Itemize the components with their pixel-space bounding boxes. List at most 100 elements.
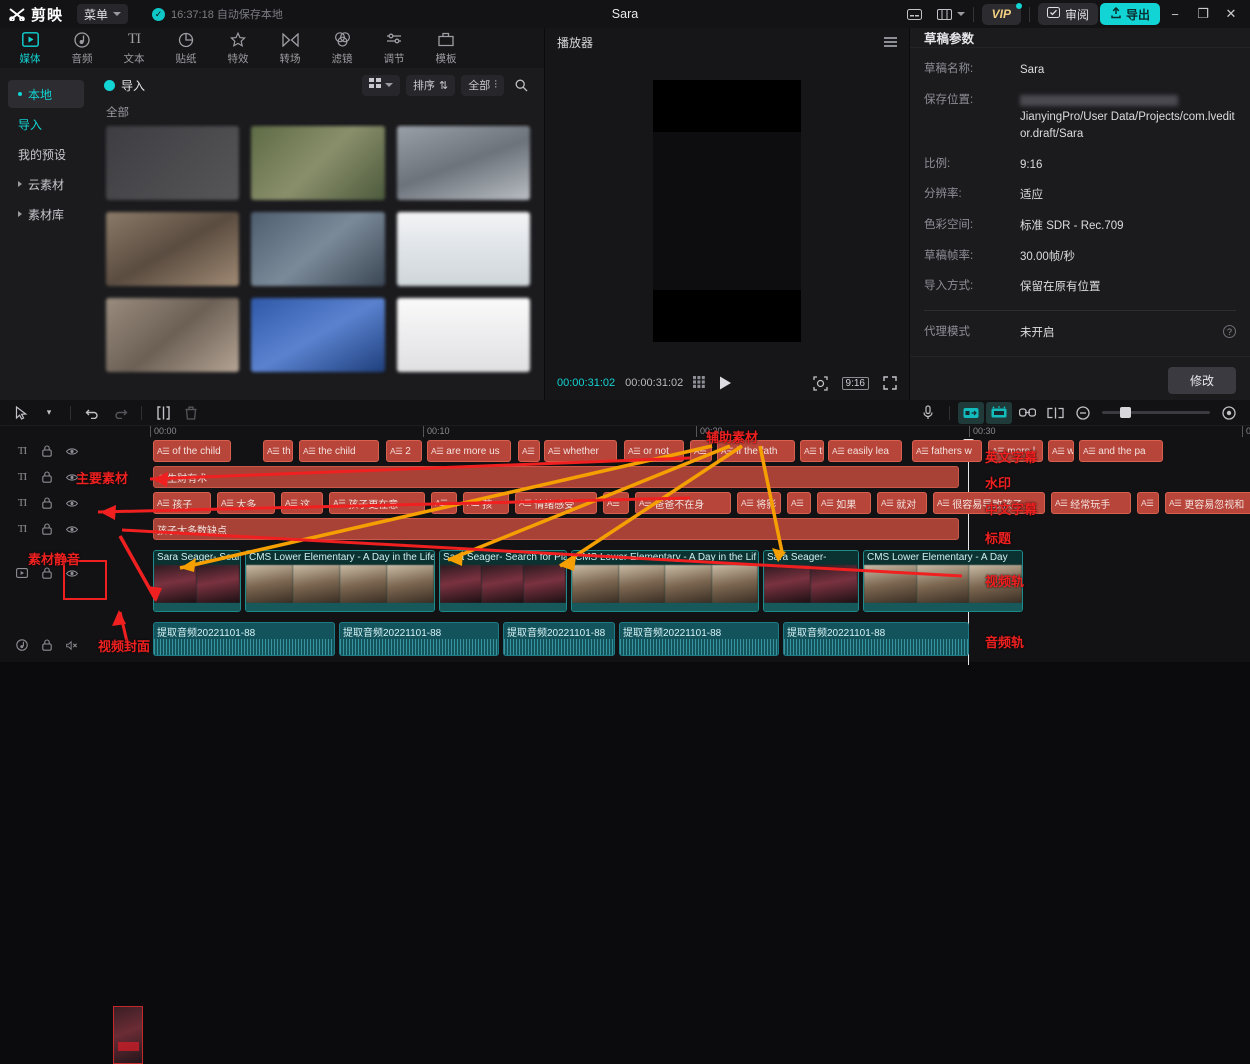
- video-clip[interactable]: Sara Seager-: [763, 550, 859, 612]
- video-clip[interactable]: CMS Lower Elementary - A Day: [863, 550, 1023, 612]
- timeline-clip[interactable]: A☰: [518, 440, 540, 462]
- timeline-clip[interactable]: A☰孩: [463, 492, 509, 514]
- filter-button[interactable]: 全部 ⫶: [461, 75, 504, 96]
- sidebar-item-2[interactable]: 我的预设: [8, 140, 84, 168]
- zoom-slider-knob[interactable]: [1120, 407, 1131, 418]
- media-thumbnail[interactable]: [397, 126, 530, 200]
- timeline-clip[interactable]: A☰将影: [737, 492, 781, 514]
- timeline-clip[interactable]: A☰孩子: [153, 492, 211, 514]
- sidebar-item-1[interactable]: 导入: [8, 110, 84, 138]
- eye-icon[interactable]: [66, 447, 78, 456]
- play-button[interactable]: [719, 376, 732, 390]
- split-button[interactable]: [150, 402, 176, 424]
- video-clip[interactable]: Sara Seager- Sear: [153, 550, 241, 612]
- lock-icon[interactable]: [41, 497, 53, 509]
- module-tab-1[interactable]: 音频: [56, 28, 108, 68]
- keyframe-button[interactable]: [1042, 402, 1068, 424]
- eye-icon[interactable]: [66, 525, 78, 534]
- video-icon[interactable]: [16, 568, 28, 578]
- caption-icon[interactable]: [901, 3, 929, 25]
- timeline-clip[interactable]: A☰孩子更在意: [329, 492, 425, 514]
- delete-button[interactable]: [178, 402, 204, 424]
- auto-caption-button[interactable]: [958, 402, 984, 424]
- module-tab-2[interactable]: TI文本: [108, 28, 160, 68]
- timeline-clip[interactable]: A☰w: [1048, 440, 1074, 462]
- eye-icon[interactable]: [66, 473, 78, 482]
- crop-icon[interactable]: [813, 376, 828, 391]
- import-button[interactable]: 导入: [98, 74, 151, 97]
- module-tab-6[interactable]: 滤镜: [316, 28, 368, 68]
- redo-button[interactable]: [107, 402, 133, 424]
- timeline-clip[interactable]: A☰情绪感受: [515, 492, 597, 514]
- layout-icon[interactable]: [931, 3, 959, 25]
- help-icon[interactable]: ?: [1223, 325, 1236, 338]
- module-tab-3[interactable]: 贴纸: [160, 28, 212, 68]
- TI-icon[interactable]: TI: [16, 497, 28, 509]
- video-preview[interactable]: [653, 80, 801, 342]
- undo-button[interactable]: [79, 402, 105, 424]
- minimize-button[interactable]: −: [1162, 3, 1188, 25]
- timeline-clip[interactable]: A☰经常玩手: [1051, 492, 1131, 514]
- zoom-slider[interactable]: [1102, 411, 1210, 414]
- zoom-in-button[interactable]: [1216, 402, 1242, 424]
- TI-icon[interactable]: TI: [16, 471, 28, 483]
- timeline-clip[interactable]: A☰more l: [988, 440, 1043, 462]
- lock-icon[interactable]: [41, 523, 53, 535]
- TI-icon[interactable]: TI: [16, 445, 28, 457]
- export-button[interactable]: 导出: [1100, 3, 1160, 25]
- lock-icon[interactable]: [41, 567, 53, 579]
- timeline-clip[interactable]: A☰大多: [217, 492, 275, 514]
- sort-button[interactable]: 排序 ⇅: [406, 75, 455, 96]
- timeline-clip[interactable]: A☰are more us: [427, 440, 511, 462]
- select-tool-button[interactable]: [8, 402, 34, 424]
- timeline-clip[interactable]: A☰这: [281, 492, 323, 514]
- media-thumbnail[interactable]: [106, 126, 239, 200]
- sidebar-item-4[interactable]: 素材库: [8, 200, 84, 228]
- audio-clip[interactable]: 提取音频20221101-88: [503, 622, 615, 656]
- sidebar-item-3[interactable]: 云素材: [8, 170, 84, 198]
- tool-dropdown-button[interactable]: ▾: [36, 402, 62, 424]
- audio-clip[interactable]: 提取音频20221101-88: [339, 622, 499, 656]
- timeline-clip[interactable]: A☰th: [800, 440, 824, 462]
- player-menu-icon[interactable]: [884, 37, 897, 47]
- audio-clip[interactable]: 提取音频20221101-88: [619, 622, 779, 656]
- module-tab-5[interactable]: 转场: [264, 28, 316, 68]
- timeline-clip[interactable]: A☰if the fath: [717, 440, 795, 462]
- smart-cut-button[interactable]: [986, 402, 1012, 424]
- eye-icon[interactable]: [66, 569, 78, 578]
- close-button[interactable]: ✕: [1218, 3, 1244, 25]
- timeline-clip[interactable]: A☰and the pa: [1079, 440, 1163, 462]
- media-thumbnail[interactable]: [251, 298, 384, 372]
- media-thumbnail[interactable]: [106, 212, 239, 286]
- timeline-clip[interactable]: A☰就对: [877, 492, 927, 514]
- timeline-clip[interactable]: A☰the child: [299, 440, 379, 462]
- media-thumbnail[interactable]: [397, 212, 530, 286]
- zoom-out-button[interactable]: [1070, 402, 1096, 424]
- timeline-clip[interactable]: A☰爸爸不在身: [635, 492, 731, 514]
- module-tab-0[interactable]: 媒体: [4, 28, 56, 68]
- review-button[interactable]: 审阅: [1038, 3, 1098, 25]
- modify-button[interactable]: 修改: [1168, 367, 1236, 394]
- view-mode-button[interactable]: [362, 75, 400, 96]
- media-thumbnail[interactable]: [251, 212, 384, 286]
- timeline-clip[interactable]: A☰2: [386, 440, 422, 462]
- audio-clip[interactable]: 提取音频20221101-88: [783, 622, 969, 656]
- timeline-clip[interactable]: A☰fathers w: [912, 440, 982, 462]
- timeline-clip[interactable]: @生财有术: [153, 466, 959, 488]
- audio-icon[interactable]: [16, 639, 28, 651]
- timeline-clip[interactable]: A☰easily lea: [828, 440, 902, 462]
- lock-icon[interactable]: [41, 639, 53, 651]
- media-thumbnail[interactable]: [106, 298, 239, 372]
- timeline-clip[interactable]: 孩子大多数缺点: [153, 518, 959, 540]
- timeline-clip[interactable]: A☰: [431, 492, 457, 514]
- layout-chevron-icon[interactable]: [957, 12, 965, 16]
- audio-clip[interactable]: 提取音频20221101-88: [153, 622, 335, 656]
- timeline-ruler[interactable]: 00:0000:1000:2000:3000:40: [150, 426, 1250, 440]
- video-clip[interactable]: Sara Seager- Search for Plan: [439, 550, 567, 612]
- module-tab-4[interactable]: 特效: [212, 28, 264, 68]
- timeline-clip[interactable]: A☰如果: [817, 492, 871, 514]
- module-tab-8[interactable]: 模板: [420, 28, 472, 68]
- link-button[interactable]: [1014, 402, 1040, 424]
- lock-icon[interactable]: [41, 445, 53, 457]
- search-icon[interactable]: [510, 75, 532, 96]
